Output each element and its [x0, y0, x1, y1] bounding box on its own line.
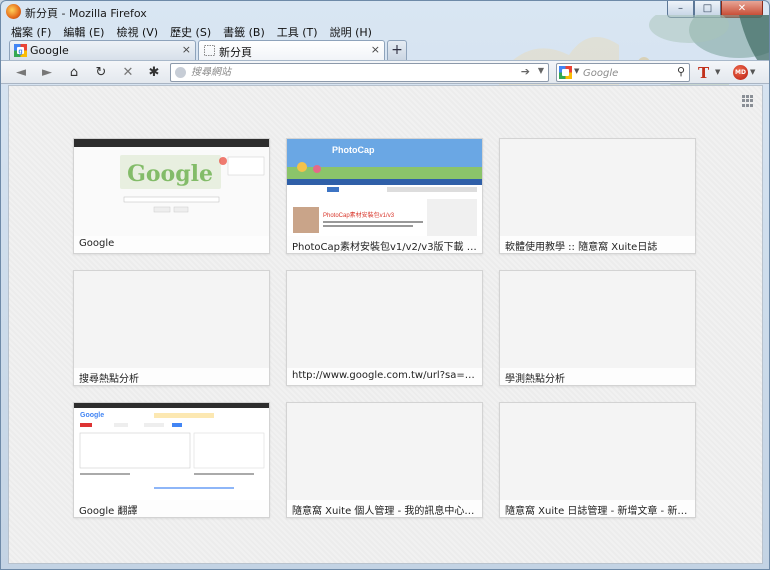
search-bar[interactable]: ▼ ⚲: [556, 63, 690, 82]
thumbnail-tile[interactable]: PhotoCap PhotoCap素材安裝包v1/v3 PhotoCap素材安裝…: [286, 138, 483, 254]
close-button[interactable]: ✕: [721, 1, 763, 18]
navigation-toolbar: ◄ ► ⌂ ↻ ✕ ✱ ➔ ▼ ▼ ⚲ T ▼ MD ▼: [1, 60, 769, 84]
tab-new-tab[interactable]: 新分頁 ×: [198, 40, 385, 60]
url-history-dropdown-icon[interactable]: ▼: [538, 66, 544, 75]
thumbnail-tile[interactable]: 隨意窩 Xuite 日誌管理 - 新增文章 - 新增一...: [499, 402, 696, 518]
extension-badge-icon[interactable]: MD: [733, 65, 748, 80]
stop-button[interactable]: ✕: [119, 64, 137, 82]
title-bar[interactable]: 新分頁 - Mozilla Firefox – □ ✕: [1, 1, 769, 23]
thumbnail-title: Google: [74, 236, 269, 253]
new-tab-button[interactable]: +: [387, 40, 407, 60]
window-controls: – □ ✕: [667, 1, 763, 18]
blank-thumbnail: [500, 139, 695, 236]
extension-badge-dropdown-icon[interactable]: ▼: [750, 68, 755, 76]
search-icon[interactable]: ⚲: [677, 65, 685, 78]
google-favicon-icon: g: [14, 44, 27, 57]
search-input[interactable]: [583, 66, 671, 80]
blank-thumbnail: [287, 271, 482, 368]
go-arrow-icon[interactable]: ➔: [521, 65, 530, 78]
maximize-button[interactable]: □: [694, 1, 721, 18]
tab-google[interactable]: g Google ×: [9, 40, 196, 60]
thumbnail-tile[interactable]: 學測熱點分析: [499, 270, 696, 386]
google-engine-icon[interactable]: [559, 66, 572, 79]
tab-close-icon[interactable]: ×: [182, 43, 191, 56]
url-input[interactable]: [191, 65, 511, 80]
firefox-logo-icon[interactable]: [6, 4, 21, 19]
svg-text:g: g: [18, 49, 22, 56]
url-bar[interactable]: ➔ ▼: [170, 63, 549, 82]
grid-toggle-icon[interactable]: [742, 95, 754, 107]
menu-edit[interactable]: 編輯 (E): [57, 23, 110, 40]
blank-thumbnail: [500, 403, 695, 500]
minimize-button[interactable]: –: [667, 1, 694, 18]
menu-view[interactable]: 檢視 (V): [110, 23, 164, 40]
svg-text:Google: Google: [80, 412, 104, 419]
t-extension-dropdown-icon[interactable]: ▼: [715, 68, 720, 76]
blank-thumbnail: [287, 403, 482, 500]
thumbnail-tile[interactable]: 搜尋熱點分析: [73, 270, 270, 386]
google-translate-thumbnail: Google: [74, 403, 269, 500]
tab-strip: g Google × 新分頁 × +: [9, 40, 407, 60]
blank-thumbnail: [500, 271, 695, 368]
svg-text:PhotoCap: PhotoCap: [332, 145, 375, 155]
thumbnail-title: 搜尋熱點分析: [74, 368, 269, 385]
svg-text:Google: Google: [127, 161, 213, 187]
menu-help[interactable]: 說明 (H): [324, 23, 378, 40]
forward-button[interactable]: ►: [38, 64, 56, 82]
thumbnail-title: http://www.google.com.tw/url?sa=t&rct=..…: [287, 368, 482, 385]
new-tab-page: Google Google PhotoCap PhotoCap素材安裝包v1/v…: [8, 85, 763, 564]
menu-file[interactable]: 檔案 (F): [5, 23, 57, 40]
blank-page-icon: [204, 45, 215, 56]
svg-text:PhotoCap素材安裝包v1/v3: PhotoCap素材安裝包v1/v3: [323, 211, 395, 219]
home-button[interactable]: ⌂: [65, 64, 83, 82]
thumbnail-title: 隨意窩 Xuite 個人管理 - 我的訊息中心 - 香...: [287, 500, 482, 517]
search-engine-dropdown-icon[interactable]: ▼: [574, 67, 579, 75]
thumbnail-tile[interactable]: Google Google: [73, 138, 270, 254]
tab-label: Google: [30, 44, 69, 57]
google-homepage-thumbnail: Google: [74, 139, 269, 236]
back-button[interactable]: ◄: [12, 64, 30, 82]
thumbnail-tile[interactable]: http://www.google.com.tw/url?sa=t&rct=..…: [286, 270, 483, 386]
window-title: 新分頁 - Mozilla Firefox: [25, 7, 147, 20]
menu-tools[interactable]: 工具 (T): [271, 23, 324, 40]
thumbnail-title: PhotoCap素材安裝包v1/v2/v3版下載 - 素材...: [287, 236, 482, 253]
site-identity-icon[interactable]: [175, 67, 186, 78]
tab-close-icon[interactable]: ×: [371, 43, 380, 56]
thumbnail-title: 軟體使用教學 :: 隨意窩 Xuite日誌: [500, 236, 695, 253]
menu-history[interactable]: 歷史 (S): [164, 23, 217, 40]
thumbnail-tile[interactable]: Google Google 翻譯: [73, 402, 270, 518]
thumbnail-title: 隨意窩 Xuite 日誌管理 - 新增文章 - 新增一...: [500, 500, 695, 517]
tab-label: 新分頁: [219, 46, 252, 59]
t-extension-icon[interactable]: T: [698, 64, 714, 82]
thumbnail-tile[interactable]: 隨意窩 Xuite 個人管理 - 我的訊息中心 - 香...: [286, 402, 483, 518]
blank-thumbnail: [74, 271, 269, 368]
thumbnail-title: 學測熱點分析: [500, 368, 695, 385]
thumbnail-tile[interactable]: 軟體使用教學 :: 隨意窩 Xuite日誌: [499, 138, 696, 254]
menu-bar: 檔案 (F) 編輯 (E) 檢視 (V) 歷史 (S) 書籤 (B) 工具 (T…: [5, 23, 378, 40]
thumbnail-title: Google 翻譯: [74, 500, 269, 517]
reload-button[interactable]: ↻: [92, 64, 110, 82]
photocap-page-thumbnail: PhotoCap PhotoCap素材安裝包v1/v3: [287, 139, 482, 236]
bookmarks-icon[interactable]: ✱: [145, 64, 163, 82]
menu-bookmarks[interactable]: 書籤 (B): [217, 23, 271, 40]
firefox-window: 新分頁 - Mozilla Firefox – □ ✕ 檔案 (F) 編輯 (E…: [0, 0, 770, 570]
